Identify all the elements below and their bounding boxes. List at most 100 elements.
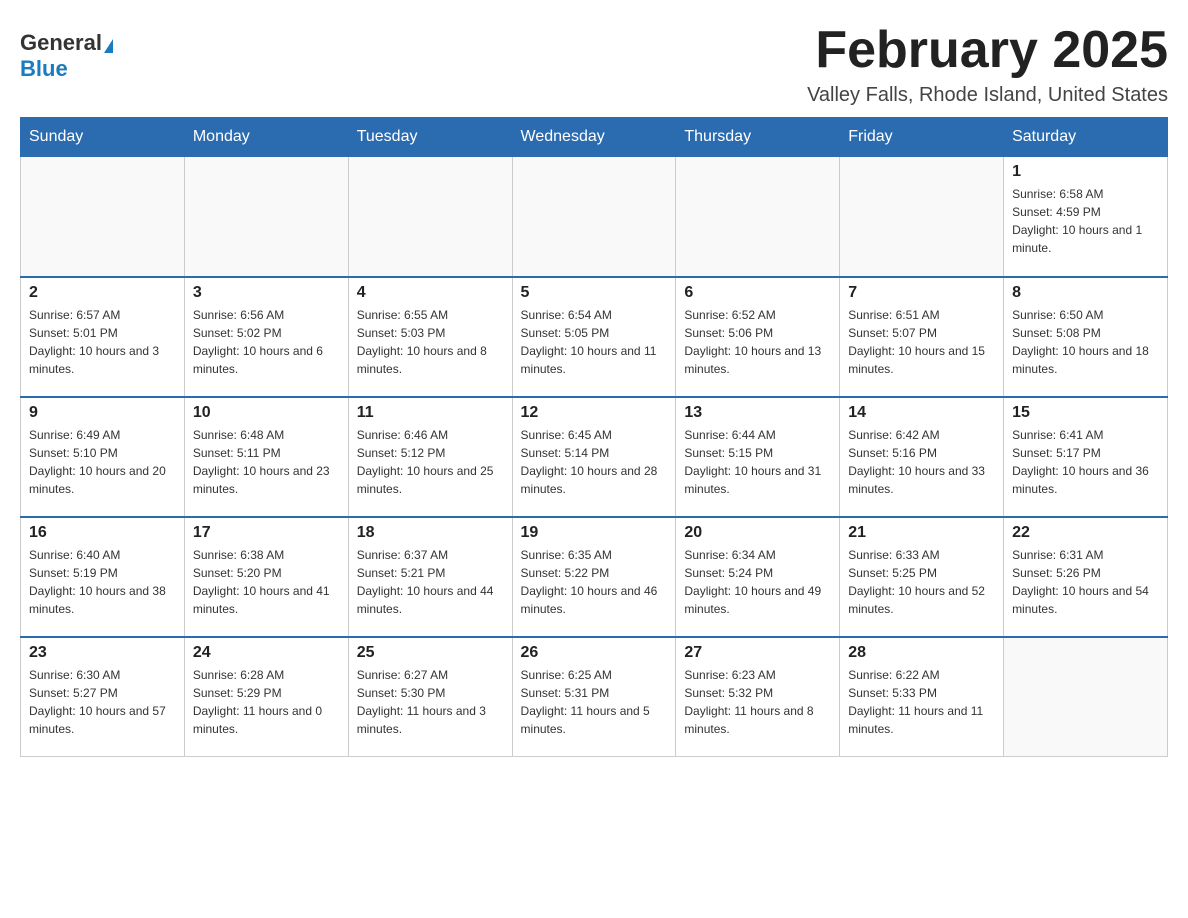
day-number: 17 [193, 524, 340, 542]
day-info: Sunrise: 6:34 AMSunset: 5:24 PMDaylight:… [684, 546, 831, 618]
logo-general-text: General [20, 30, 102, 55]
day-info: Sunrise: 6:44 AMSunset: 5:15 PMDaylight:… [684, 426, 831, 498]
weekday-header-friday: Friday [840, 118, 1004, 157]
day-number: 15 [1012, 404, 1159, 422]
weekday-header-tuesday: Tuesday [348, 118, 512, 157]
day-number: 16 [29, 524, 176, 542]
day-info: Sunrise: 6:56 AMSunset: 5:02 PMDaylight:… [193, 306, 340, 378]
calendar-cell [184, 157, 348, 277]
calendar-cell: 7 Sunrise: 6:51 AMSunset: 5:07 PMDaylight… [840, 277, 1004, 397]
location-text: Valley Falls, Rhode Island, United State… [807, 84, 1168, 107]
page-header: General Blue February 2025 Valley Falls,… [20, 20, 1168, 107]
day-number: 28 [848, 644, 995, 662]
calendar-cell: 21 Sunrise: 6:33 AMSunset: 5:25 PMDayligh… [840, 517, 1004, 637]
calendar-cell: 11Sunrise: 6:46 AMSunset: 5:12 PMDayligh… [348, 397, 512, 517]
day-number: 2 [29, 284, 176, 302]
day-number: 4 [357, 284, 504, 302]
calendar-cell: 19Sunrise: 6:35 AMSunset: 5:22 PMDayligh… [512, 517, 676, 637]
day-number: 13 [684, 404, 831, 422]
calendar-cell: 22 Sunrise: 6:31 AMSunset: 5:26 PMDayligh… [1004, 517, 1168, 637]
day-info: Sunrise: 6:51 AMSunset: 5:07 PMDaylight:… [848, 306, 995, 378]
calendar-cell: 18 Sunrise: 6:37 AMSunset: 5:21 PMDayligh… [348, 517, 512, 637]
logo-triangle-icon [104, 39, 113, 53]
day-number: 7 [848, 284, 995, 302]
day-info: Sunrise: 6:54 AMSunset: 5:05 PMDaylight:… [521, 306, 668, 378]
calendar-cell: 27Sunrise: 6:23 AMSunset: 5:32 PMDayligh… [676, 637, 840, 757]
day-info: Sunrise: 6:33 AMSunset: 5:25 PMDaylight:… [848, 546, 995, 618]
day-info: Sunrise: 6:40 AMSunset: 5:19 PMDaylight:… [29, 546, 176, 618]
calendar-week-row: 16 Sunrise: 6:40 AMSunset: 5:19 PMDayligh… [21, 517, 1168, 637]
day-info: Sunrise: 6:22 AMSunset: 5:33 PMDaylight:… [848, 666, 995, 738]
calendar-week-row: 9 Sunrise: 6:49 AMSunset: 5:10 PMDaylight… [21, 397, 1168, 517]
day-info: Sunrise: 6:37 AMSunset: 5:21 PMDaylight:… [357, 546, 504, 618]
day-number: 6 [684, 284, 831, 302]
day-number: 25 [357, 644, 504, 662]
weekday-header-row: SundayMondayTuesdayWednesdayThursdayFrid… [21, 118, 1168, 157]
calendar-week-row: 1 Sunrise: 6:58 AMSunset: 4:59 PMDaylight… [21, 157, 1168, 277]
calendar-cell: 20 Sunrise: 6:34 AMSunset: 5:24 PMDayligh… [676, 517, 840, 637]
calendar-cell: 6Sunrise: 6:52 AMSunset: 5:06 PMDaylight… [676, 277, 840, 397]
calendar-cell [348, 157, 512, 277]
day-number: 3 [193, 284, 340, 302]
day-number: 21 [848, 524, 995, 542]
day-info: Sunrise: 6:42 AMSunset: 5:16 PMDaylight:… [848, 426, 995, 498]
calendar-cell: 3 Sunrise: 6:56 AMSunset: 5:02 PMDaylight… [184, 277, 348, 397]
day-info: Sunrise: 6:58 AMSunset: 4:59 PMDaylight:… [1012, 185, 1159, 257]
calendar-cell: 13 Sunrise: 6:44 AMSunset: 5:15 PMDayligh… [676, 397, 840, 517]
day-info: Sunrise: 6:45 AMSunset: 5:14 PMDaylight:… [521, 426, 668, 498]
day-info: Sunrise: 6:57 AMSunset: 5:01 PMDaylight:… [29, 306, 176, 378]
calendar-cell: 5 Sunrise: 6:54 AMSunset: 5:05 PMDaylight… [512, 277, 676, 397]
day-info: Sunrise: 6:46 AMSunset: 5:12 PMDaylight:… [357, 426, 504, 498]
day-info: Sunrise: 6:41 AMSunset: 5:17 PMDaylight:… [1012, 426, 1159, 498]
calendar-cell: 8 Sunrise: 6:50 AMSunset: 5:08 PMDaylight… [1004, 277, 1168, 397]
day-number: 12 [521, 404, 668, 422]
day-number: 27 [684, 644, 831, 662]
calendar-cell: 28 Sunrise: 6:22 AMSunset: 5:33 PMDayligh… [840, 637, 1004, 757]
day-info: Sunrise: 6:50 AMSunset: 5:08 PMDaylight:… [1012, 306, 1159, 378]
logo-blue-text: Blue [20, 56, 68, 81]
weekday-header-monday: Monday [184, 118, 348, 157]
day-number: 23 [29, 644, 176, 662]
day-number: 10 [193, 404, 340, 422]
day-number: 26 [521, 644, 668, 662]
day-info: Sunrise: 6:28 AMSunset: 5:29 PMDaylight:… [193, 666, 340, 738]
day-number: 24 [193, 644, 340, 662]
day-number: 20 [684, 524, 831, 542]
calendar-cell: 26 Sunrise: 6:25 AMSunset: 5:31 PMDayligh… [512, 637, 676, 757]
calendar-cell [840, 157, 1004, 277]
day-number: 9 [29, 404, 176, 422]
calendar-cell: 10 Sunrise: 6:48 AMSunset: 5:11 PMDayligh… [184, 397, 348, 517]
day-info: Sunrise: 6:48 AMSunset: 5:11 PMDaylight:… [193, 426, 340, 498]
month-title: February 2025 [807, 20, 1168, 80]
calendar-cell [1004, 637, 1168, 757]
calendar-cell [21, 157, 185, 277]
calendar-cell: 25Sunrise: 6:27 AMSunset: 5:30 PMDayligh… [348, 637, 512, 757]
logo: General Blue [20, 20, 113, 82]
weekday-header-thursday: Thursday [676, 118, 840, 157]
weekday-header-sunday: Sunday [21, 118, 185, 157]
day-number: 8 [1012, 284, 1159, 302]
day-number: 5 [521, 284, 668, 302]
calendar-cell: 17 Sunrise: 6:38 AMSunset: 5:20 PMDayligh… [184, 517, 348, 637]
calendar-cell: 24 Sunrise: 6:28 AMSunset: 5:29 PMDayligh… [184, 637, 348, 757]
day-number: 18 [357, 524, 504, 542]
calendar-cell: 16 Sunrise: 6:40 AMSunset: 5:19 PMDayligh… [21, 517, 185, 637]
title-section: February 2025 Valley Falls, Rhode Island… [807, 20, 1168, 107]
calendar-cell: 23Sunrise: 6:30 AMSunset: 5:27 PMDayligh… [21, 637, 185, 757]
day-number: 1 [1012, 163, 1159, 181]
day-info: Sunrise: 6:55 AMSunset: 5:03 PMDaylight:… [357, 306, 504, 378]
logo-line1: General [20, 30, 113, 56]
day-info: Sunrise: 6:38 AMSunset: 5:20 PMDaylight:… [193, 546, 340, 618]
day-info: Sunrise: 6:31 AMSunset: 5:26 PMDaylight:… [1012, 546, 1159, 618]
weekday-header-saturday: Saturday [1004, 118, 1168, 157]
day-number: 22 [1012, 524, 1159, 542]
weekday-header-wednesday: Wednesday [512, 118, 676, 157]
calendar-cell: 2 Sunrise: 6:57 AMSunset: 5:01 PMDaylight… [21, 277, 185, 397]
calendar-week-row: 23Sunrise: 6:30 AMSunset: 5:27 PMDayligh… [21, 637, 1168, 757]
calendar-cell: 4 Sunrise: 6:55 AMSunset: 5:03 PMDaylight… [348, 277, 512, 397]
day-info: Sunrise: 6:49 AMSunset: 5:10 PMDaylight:… [29, 426, 176, 498]
calendar-table: SundayMondayTuesdayWednesdayThursdayFrid… [20, 117, 1168, 757]
calendar-cell: 14Sunrise: 6:42 AMSunset: 5:16 PMDayligh… [840, 397, 1004, 517]
calendar-cell: 9 Sunrise: 6:49 AMSunset: 5:10 PMDaylight… [21, 397, 185, 517]
day-info: Sunrise: 6:25 AMSunset: 5:31 PMDaylight:… [521, 666, 668, 738]
